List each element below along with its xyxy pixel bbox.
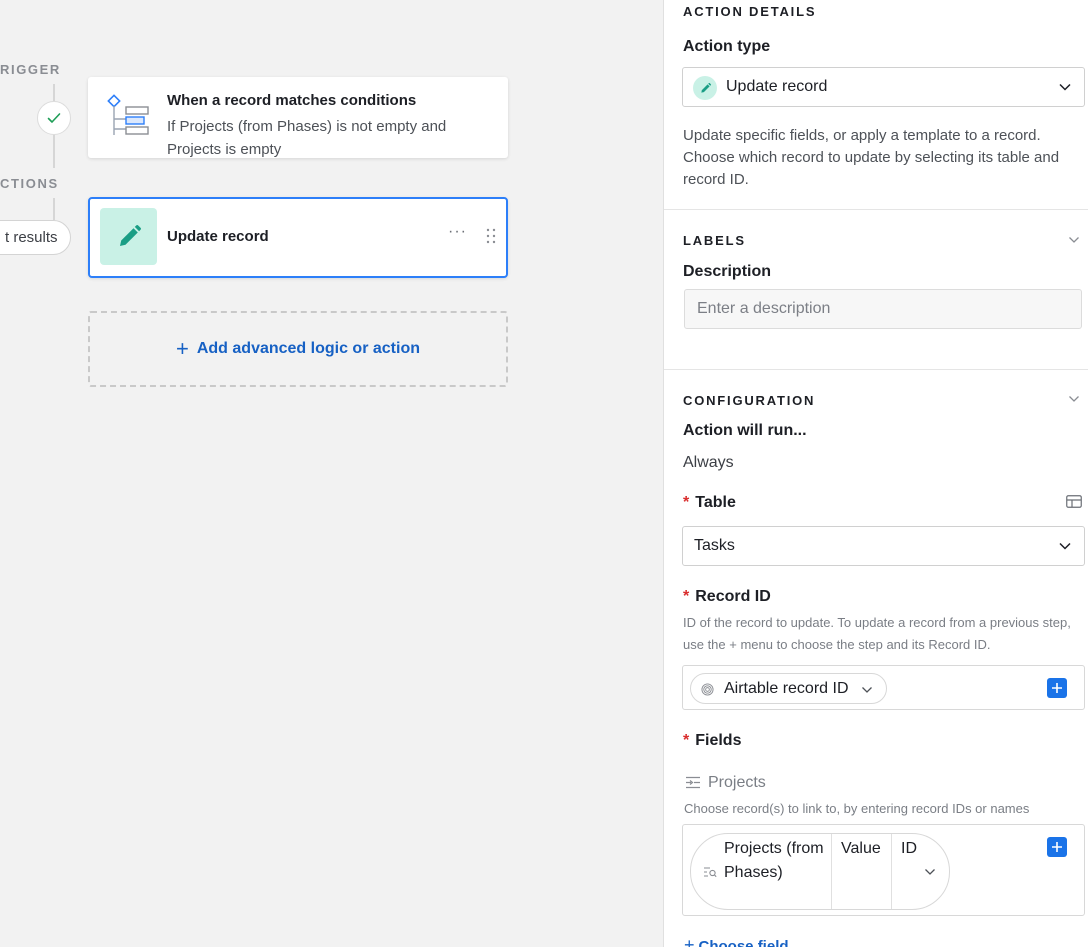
table-label-text: Table xyxy=(695,494,736,511)
fields-label-text: Fields xyxy=(695,732,742,749)
insert-token-plus-icon[interactable] xyxy=(1047,678,1067,698)
fingerprint-icon xyxy=(701,683,714,696)
choose-field-button[interactable]: + Choose field xyxy=(684,935,789,947)
token-divider xyxy=(891,834,892,909)
section-divider xyxy=(664,369,1088,370)
table-select[interactable]: Tasks xyxy=(682,526,1085,566)
trigger-card-title: When a record matches conditions xyxy=(167,92,417,109)
lookup-token-id: ID xyxy=(901,840,917,857)
action-type-description: Update specific fields, or apply a templ… xyxy=(683,127,1060,188)
lookup-token-field-name: Projects (from Phases) xyxy=(724,840,824,881)
choose-field-label: Choose field xyxy=(698,938,789,947)
field-name-projects: Projects xyxy=(708,774,766,791)
flow-rail xyxy=(53,135,55,168)
configuration-heading: CONFIGURATION xyxy=(683,393,816,408)
projects-field-input[interactable]: Projects (from Phases) Value ID xyxy=(682,824,1085,916)
table-value: Tasks xyxy=(694,537,735,554)
chevron-down-icon xyxy=(1059,542,1071,550)
action-run-value: Always xyxy=(683,454,734,471)
drag-handle-icon[interactable] xyxy=(486,228,496,244)
chevron-down-icon[interactable] xyxy=(924,866,936,878)
table-label: * Table xyxy=(683,494,736,512)
description-input[interactable] xyxy=(685,290,1081,328)
trigger-section-label: RIGGER xyxy=(0,62,61,77)
action-run-label: Action will run... xyxy=(683,422,807,439)
action-card-title: Update record xyxy=(167,228,269,245)
action-card-update-record[interactable]: Update record ··· xyxy=(88,197,508,278)
action-details-heading: ACTION DETAILS xyxy=(683,4,817,19)
actions-section-label: CTIONS xyxy=(0,176,59,191)
pencil-icon xyxy=(100,208,157,265)
chevron-down-icon[interactable] xyxy=(1068,393,1080,405)
record-id-label-text: Record ID xyxy=(695,588,771,605)
pencil-icon xyxy=(693,76,717,100)
add-logic-or-action-button[interactable]: + Add advanced logic or action xyxy=(88,311,508,387)
description-field-wrapper xyxy=(684,289,1082,329)
more-options-icon[interactable]: ··· xyxy=(448,223,467,241)
lookup-token-value: Value xyxy=(841,840,881,857)
fields-label: * Fields xyxy=(683,732,741,750)
conditions-trigger-icon xyxy=(107,94,149,135)
record-id-label: * Record ID xyxy=(683,588,771,606)
record-id-token[interactable]: Airtable record ID xyxy=(690,673,887,704)
record-id-input[interactable]: Airtable record ID xyxy=(682,665,1085,710)
labels-heading: LABELS xyxy=(683,233,746,248)
linked-record-field-icon xyxy=(686,776,700,789)
action-type-value: Update record xyxy=(726,78,828,95)
record-id-token-label: Airtable record ID xyxy=(724,680,849,697)
plus-icon: + xyxy=(175,336,189,361)
field-help: Choose record(s) to link to, by entering… xyxy=(684,801,1030,816)
chevron-down-icon xyxy=(862,687,872,693)
required-asterisk: * xyxy=(683,494,690,511)
trigger-card[interactable]: When a record matches conditions If Proj… xyxy=(88,77,508,158)
flow-rail xyxy=(53,84,55,101)
test-results-button[interactable]: t results xyxy=(0,220,71,255)
flow-rail xyxy=(53,198,55,220)
chevron-down-icon[interactable] xyxy=(1068,234,1080,246)
section-divider xyxy=(664,209,1088,210)
lookup-icon xyxy=(704,867,717,878)
required-asterisk: * xyxy=(683,732,690,749)
plus-icon: + xyxy=(684,935,695,947)
required-asterisk: * xyxy=(683,588,690,605)
projects-lookup-token[interactable]: Projects (from Phases) Value ID xyxy=(690,833,950,910)
add-logic-label: Add advanced logic or action xyxy=(196,340,420,357)
token-divider xyxy=(831,834,832,909)
expand-panel-icon[interactable] xyxy=(1066,495,1082,508)
record-id-help: ID of the record to update. To update a … xyxy=(683,615,1071,652)
chevron-down-icon xyxy=(1059,83,1071,91)
insert-token-plus-icon[interactable] xyxy=(1047,837,1067,857)
action-config-panel: ACTION DETAILS Action type Update record… xyxy=(663,0,1088,947)
trigger-card-description: If Projects (from Phases) is not empty a… xyxy=(167,118,447,158)
trigger-status-check-icon xyxy=(37,101,71,135)
action-type-label: Action type xyxy=(683,38,771,55)
action-type-select[interactable]: Update record xyxy=(682,67,1085,107)
automation-canvas: RIGGER CTIONS t results When a record ma… xyxy=(0,0,663,947)
description-label: Description xyxy=(683,263,772,280)
